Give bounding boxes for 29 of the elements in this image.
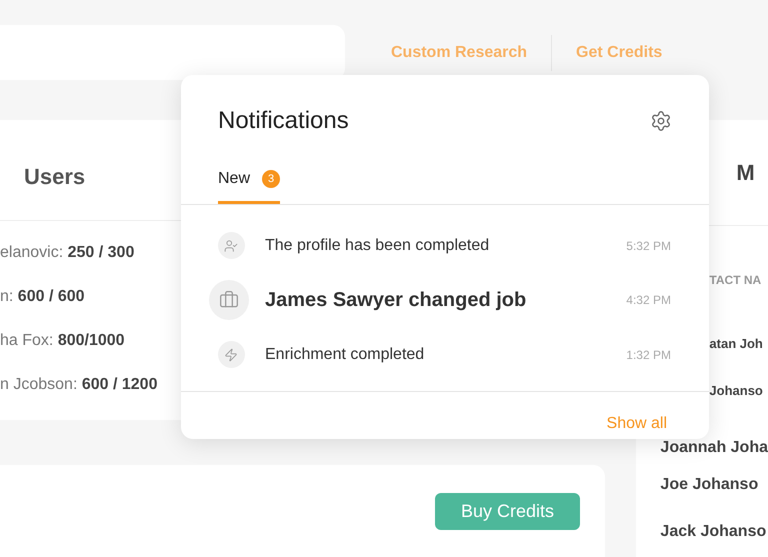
contact-name: Jack Johanso xyxy=(660,522,766,542)
notification-time: 4:32 PM xyxy=(626,292,671,309)
show-all-link[interactable]: Show all xyxy=(606,412,667,436)
count-badge: 3 xyxy=(262,170,280,188)
nav-link[interactable]: Get Credits xyxy=(576,40,662,64)
card-title: M xyxy=(736,159,755,187)
notification-time: 1:32 PM xyxy=(626,346,671,364)
notification-text: James Sawyer changed job xyxy=(265,288,528,313)
contact-name: Johanso xyxy=(709,382,763,400)
panel-title: Notifications xyxy=(218,106,349,136)
user-credits: n Jcobson: 600 / 1200 xyxy=(0,375,158,395)
briefcase-icon xyxy=(209,280,249,320)
user-credits: elanovic: 250 / 300 xyxy=(0,243,134,263)
lightning-icon xyxy=(218,341,244,368)
notification-time: 5:32 PM xyxy=(626,238,671,254)
contact-name: Joannah Joha xyxy=(660,438,768,458)
contact-name: atan Joh xyxy=(709,334,763,353)
user-credits: ha Fox: 800/1000 xyxy=(0,331,125,351)
column-header: TACT NA xyxy=(709,273,762,287)
contact-name: Joe Johanso xyxy=(660,474,758,494)
settings-icon[interactable] xyxy=(650,110,672,132)
user-check-icon xyxy=(218,232,244,259)
buy-credits-button[interactable]: Buy Credits xyxy=(434,493,580,530)
notification-text: The profile has been completed xyxy=(265,236,490,256)
notification-text: Enrichment completed xyxy=(265,344,426,364)
tab[interactable]: New 3 xyxy=(218,167,280,204)
user-credits: n: 600 / 600 xyxy=(0,287,85,307)
nav-link[interactable]: Custom Research xyxy=(391,40,528,64)
card-title: Users xyxy=(24,164,86,189)
